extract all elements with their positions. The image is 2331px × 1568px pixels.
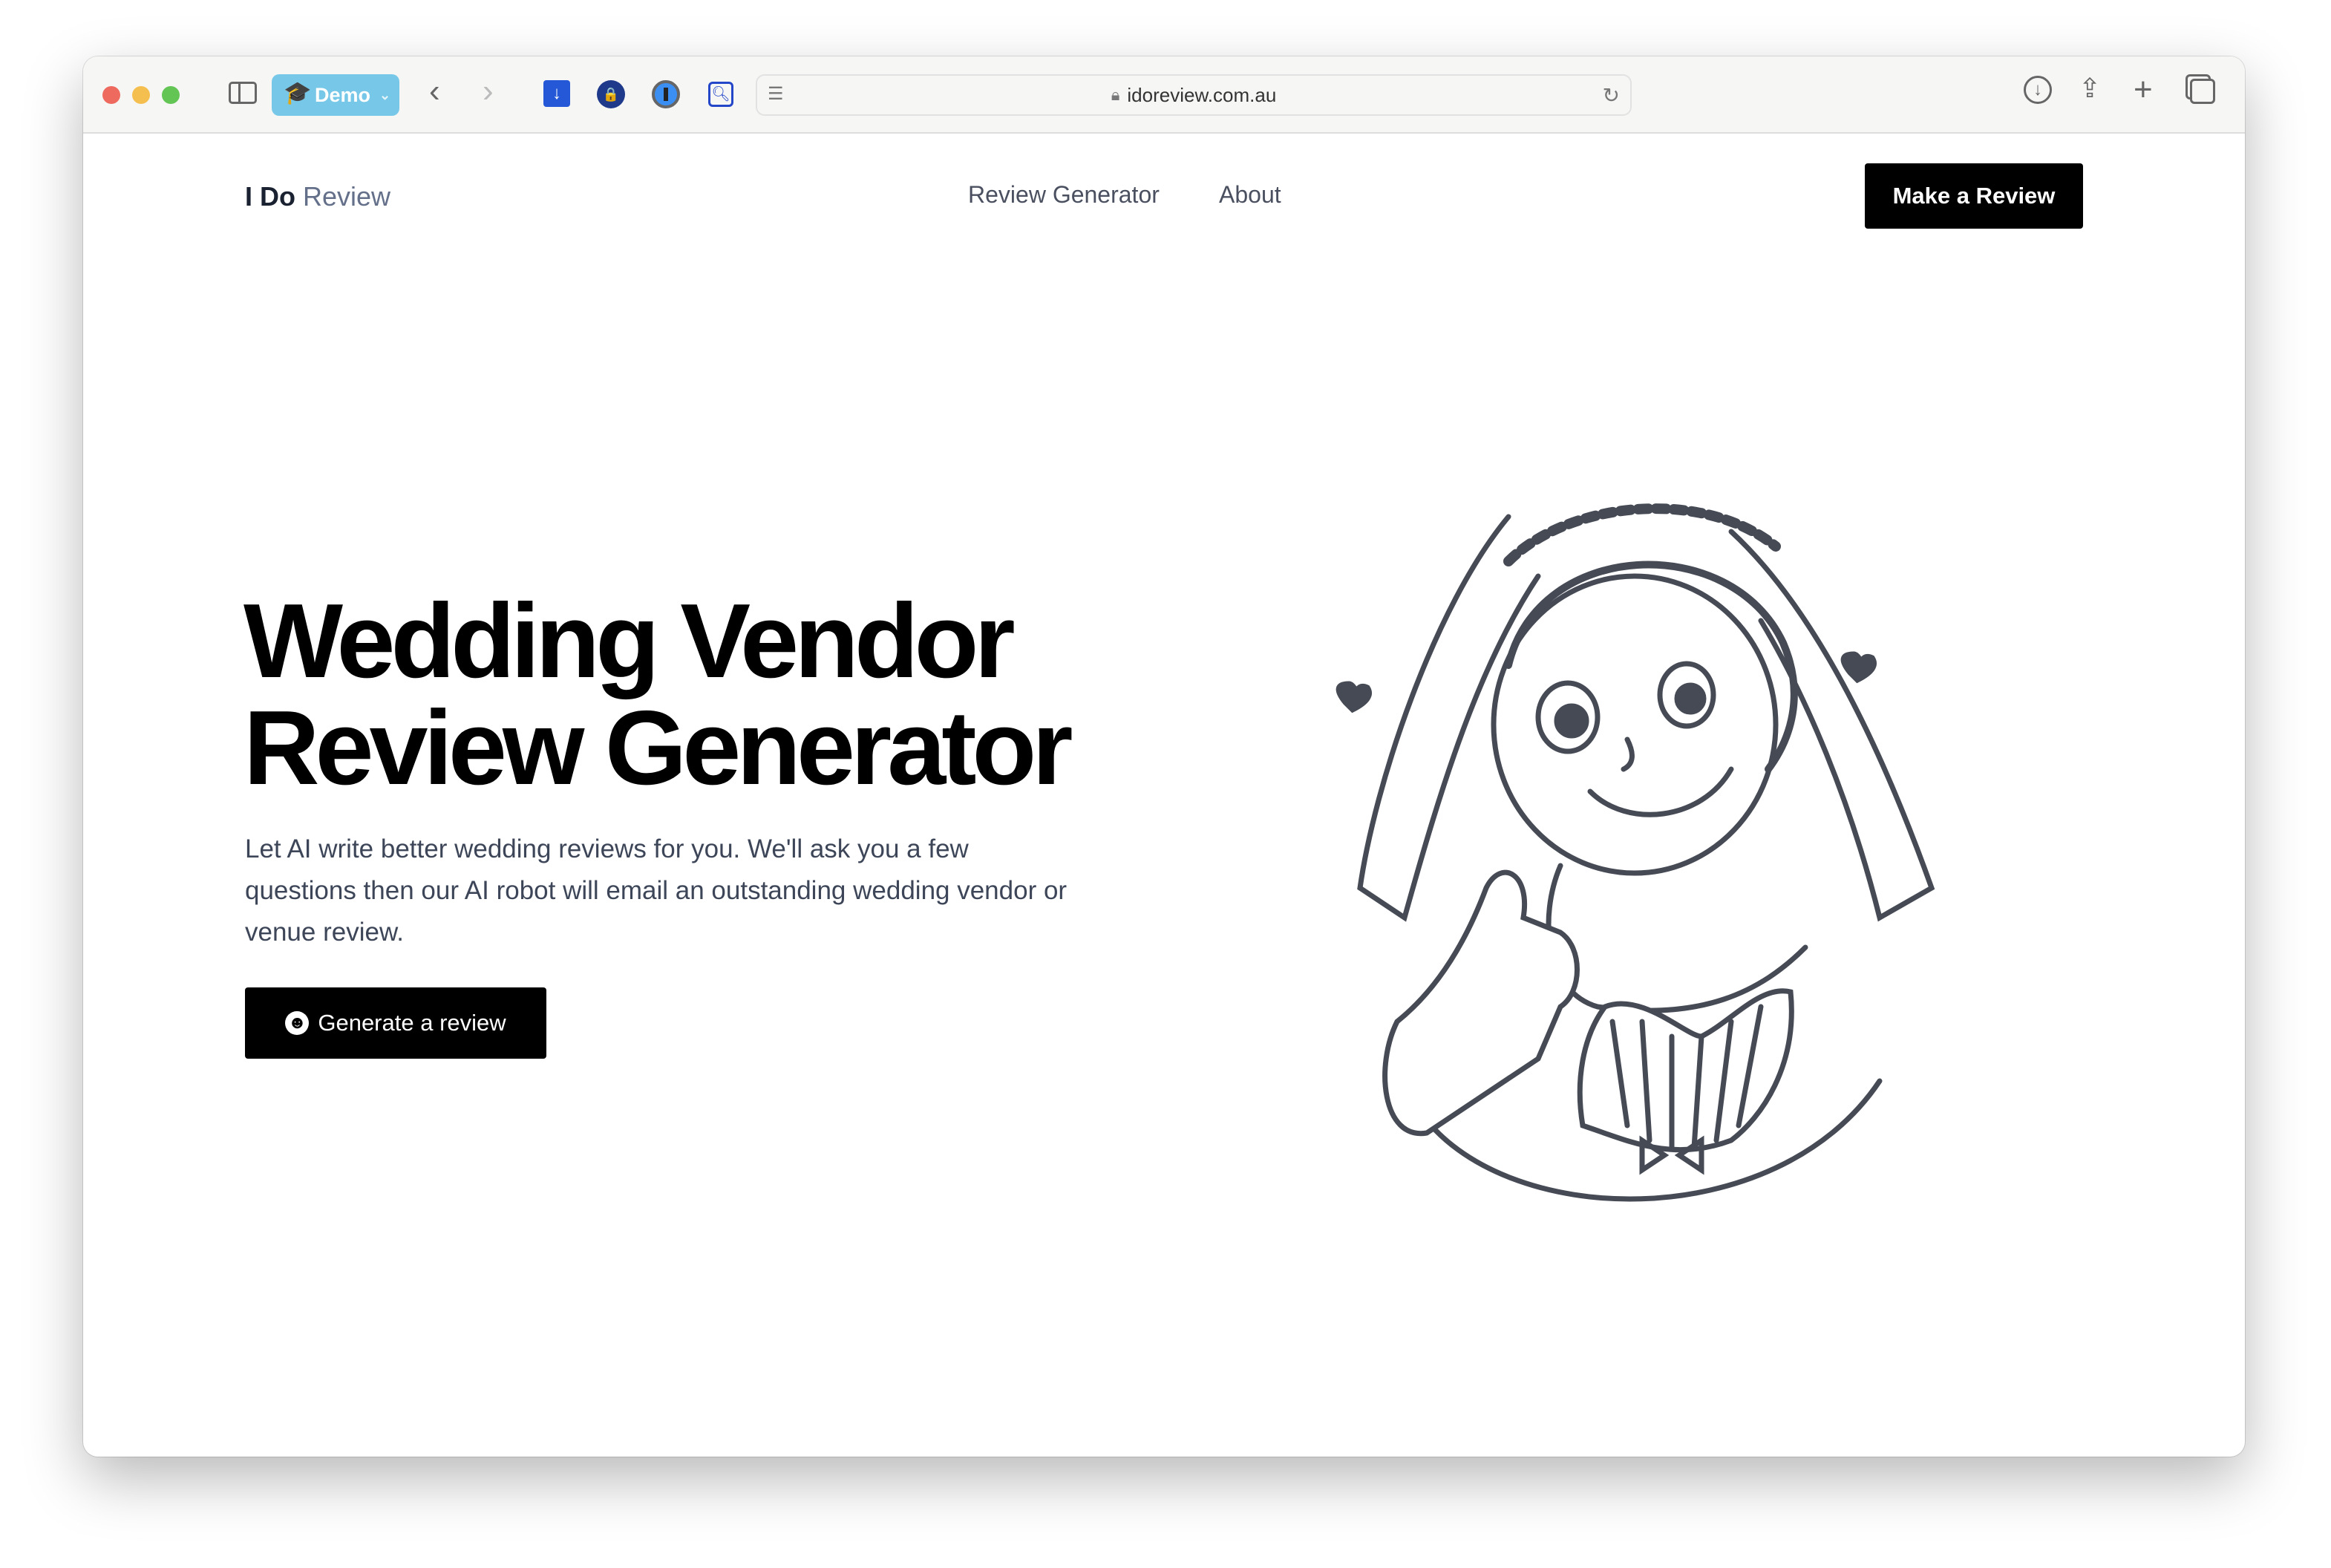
- hero-title: Wedding Vendor Review Generator: [243, 588, 1209, 802]
- make-a-review-button[interactable]: Make a Review: [1865, 163, 2083, 229]
- nav-about[interactable]: About: [1219, 181, 1281, 209]
- close-window-button[interactable]: [102, 86, 120, 104]
- generate-review-label: Generate a review: [318, 1010, 506, 1036]
- new-tab-icon[interactable]: +: [2134, 71, 2153, 108]
- logo-bold: I Do: [245, 181, 295, 212]
- share-icon[interactable]: ⇪: [2079, 73, 2101, 104]
- forward-icon[interactable]: ›: [483, 73, 494, 110]
- logo-light: Review: [303, 181, 391, 212]
- back-icon[interactable]: ‹: [429, 73, 440, 110]
- bride-illustration: [1335, 503, 1935, 1202]
- graduation-cap-icon: 🎓: [284, 81, 312, 105]
- privacy-extension-icon[interactable]: 🔒: [597, 80, 625, 108]
- zoom-window-button[interactable]: [162, 86, 180, 104]
- site-logo[interactable]: I Do Review: [245, 181, 390, 212]
- hero-title-line2: Review Generator: [243, 689, 1073, 807]
- generate-review-button[interactable]: ☻ Generate a review: [245, 987, 546, 1059]
- sidebar-icon[interactable]: [229, 82, 257, 104]
- search-extension-icon[interactable]: 🔍︎: [708, 82, 733, 107]
- smiley-icon: ☻: [285, 1011, 310, 1035]
- nav-review-generator[interactable]: Review Generator: [968, 181, 1160, 209]
- lock-icon: 🔒︎: [1111, 85, 1120, 104]
- reader-icon[interactable]: ☰: [768, 83, 784, 105]
- browser-window: 🎓 Demo ⌄ ‹ › ↓ 🔒 🔍︎ ☰ 🔒︎ idoreview.com.au …: [83, 56, 2245, 1457]
- minimize-window-button[interactable]: [132, 86, 150, 104]
- reload-icon[interactable]: ↻: [1603, 83, 1620, 108]
- profile-button[interactable]: 🎓 Demo ⌄: [272, 74, 399, 116]
- hero-title-line1: Wedding Vendor: [243, 582, 1016, 700]
- browser-toolbar: 🎓 Demo ⌄ ‹ › ↓ 🔒 🔍︎ ☰ 🔒︎ idoreview.com.au …: [83, 56, 2245, 134]
- tabs-overview-icon[interactable]: [2190, 79, 2215, 104]
- chevron-down-icon: ⌄: [379, 87, 391, 102]
- profile-label: Demo: [315, 83, 371, 106]
- address-bar[interactable]: ☰ 🔒︎ idoreview.com.au ↻: [756, 74, 1632, 116]
- url-text: idoreview.com.au: [1127, 83, 1277, 106]
- bitwarden-extension-icon[interactable]: ↓: [543, 80, 570, 107]
- 1password-extension-icon[interactable]: [652, 80, 680, 108]
- download-icon[interactable]: ↓: [2024, 76, 2052, 104]
- hero-description: Let AI write better wedding reviews for …: [245, 834, 1068, 947]
